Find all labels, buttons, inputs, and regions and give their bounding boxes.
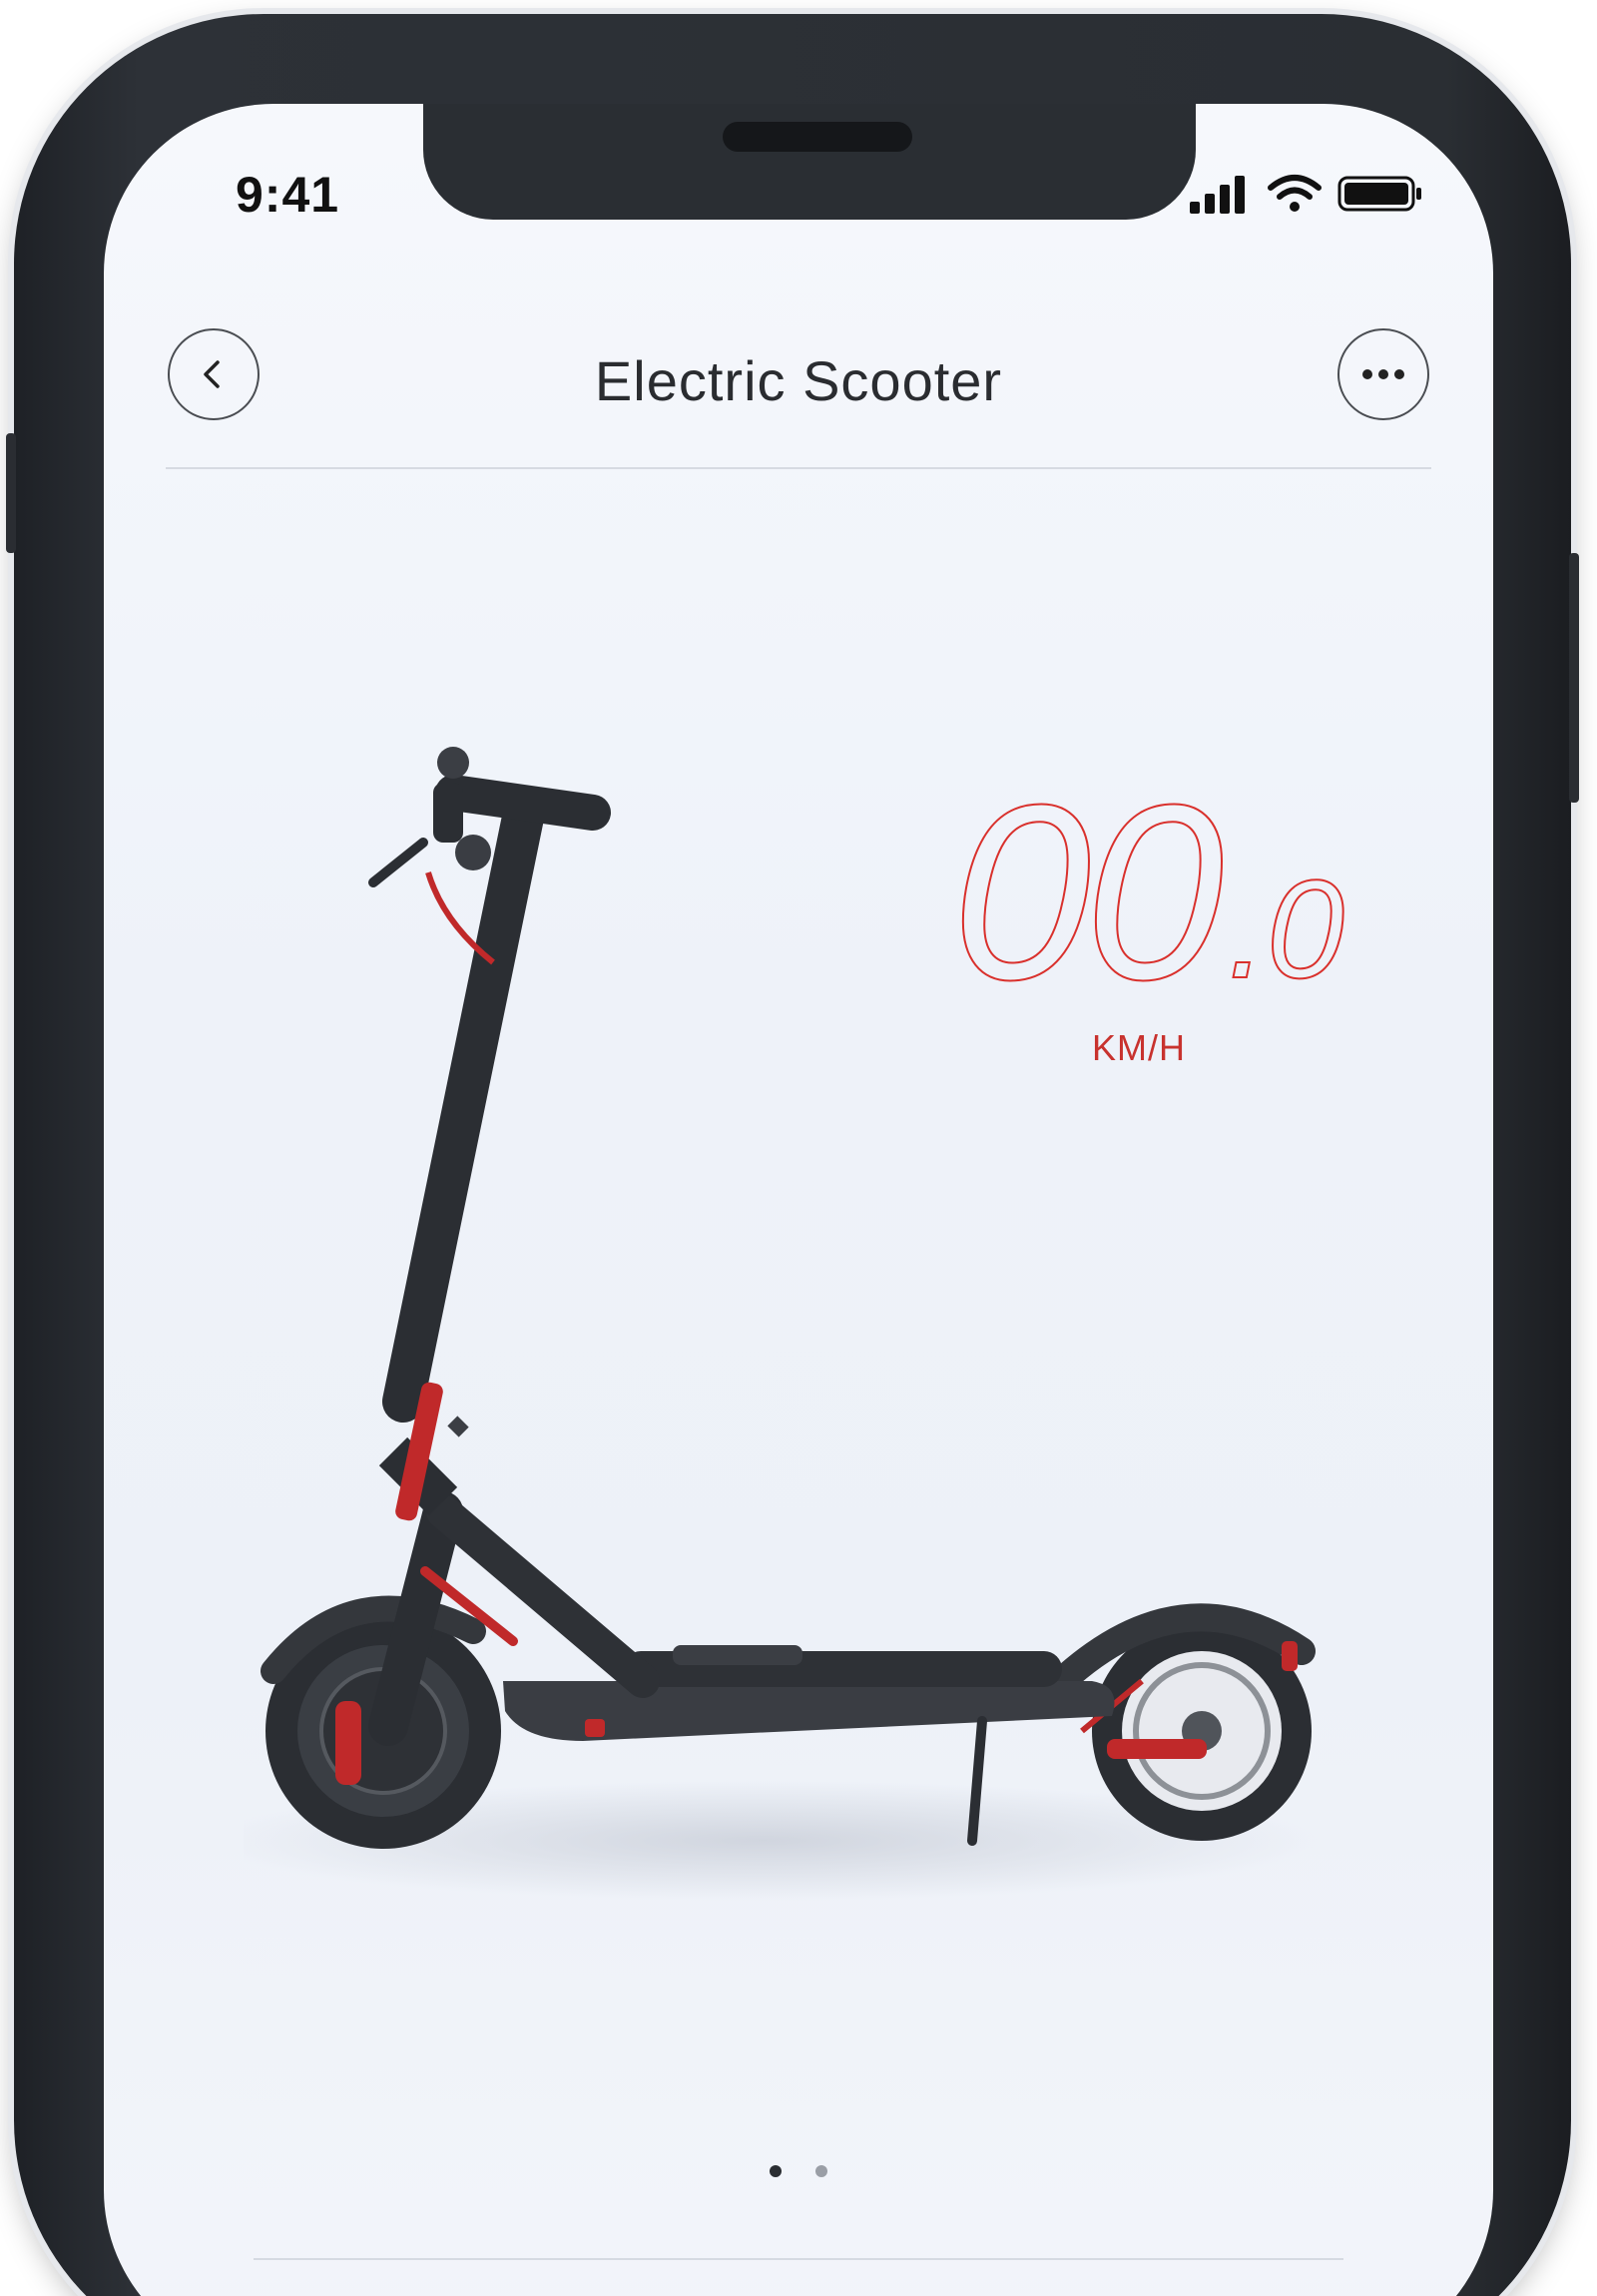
footer-divider [254,2258,1343,2260]
page-title: Electric Scooter [594,349,1003,412]
side-button [1569,553,1579,803]
wifi-icon [1268,175,1322,212]
page-indicator [104,2165,1493,2177]
status-time: 9:41 [236,167,340,223]
battery-icon [1337,176,1421,212]
speaker-grille [723,122,912,152]
signal-icon [1190,176,1245,214]
status-icons [1188,174,1423,214]
speed-value: 00 .0 [951,753,1345,1031]
page-dot-active[interactable] [770,2165,782,2177]
header-divider [166,467,1431,469]
page-dot[interactable] [815,2165,827,2177]
volume-button [6,433,16,553]
speed-value-main: 00 [951,753,1225,1031]
more-button[interactable] [1337,328,1429,420]
speed-unit: KM/H [1092,1027,1186,1068]
app-screen: 9:41 Electric Scooter 00 .0 KM/H [104,104,1493,2296]
nav-bar: Electric Scooter [104,328,1493,448]
more-dots-icon [1362,369,1404,379]
notch [423,104,1196,220]
phone-frame: 9:41 Electric Scooter 00 .0 KM/H [6,14,1579,2296]
speed-value-decimal: .0 [1227,851,1345,1007]
speedometer: 00 .0 KM/H [951,753,1345,1069]
